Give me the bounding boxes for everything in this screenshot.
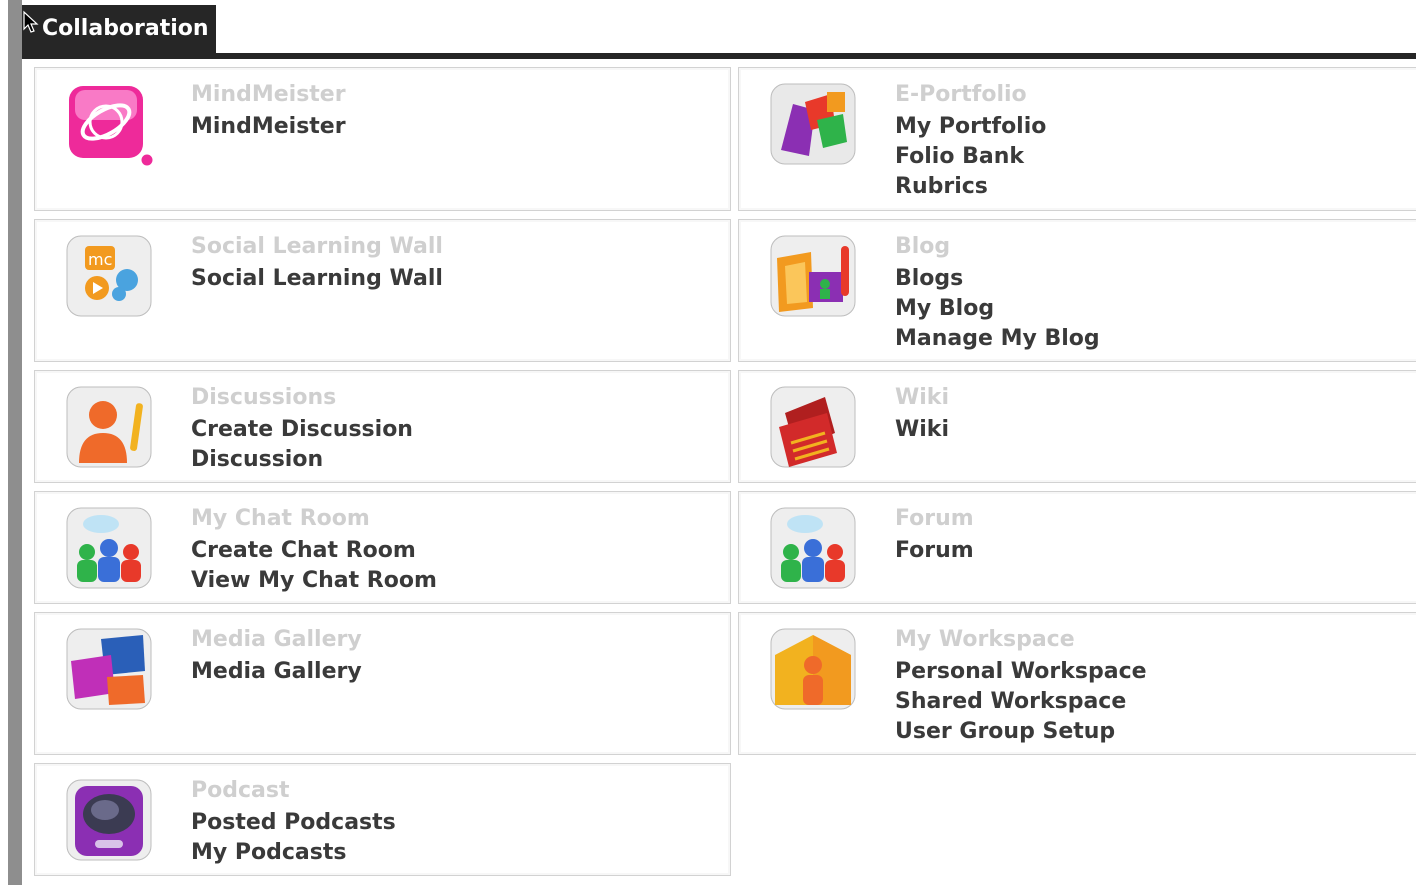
card-title: Social Learning Wall (191, 234, 443, 259)
social-wall-icon[interactable]: mc (61, 232, 157, 322)
card-my-chat-room: My Chat Room Create Chat Room View My Ch… (34, 491, 731, 604)
link-mindmeister[interactable]: MindMeister (191, 112, 346, 142)
card-wiki: Wiki Wiki (738, 370, 1416, 483)
mindmeister-icon[interactable] (61, 80, 157, 170)
card-title: My Chat Room (191, 506, 370, 531)
wiki-icon[interactable] (765, 383, 861, 473)
left-edge (0, 0, 8, 885)
card-mindmeister: MindMeister MindMeister (34, 67, 731, 211)
link-forum[interactable]: Forum (895, 536, 974, 566)
link-blogs[interactable]: Blogs (895, 264, 1100, 294)
forum-icon[interactable] (765, 504, 861, 594)
card-title: Podcast (191, 778, 290, 803)
discussion-icon[interactable] (61, 383, 157, 473)
tab-collaboration[interactable]: Collaboration (22, 5, 216, 53)
card-blog: Blog Blogs My Blog Manage My Blog (738, 219, 1416, 362)
card-title: Media Gallery (191, 627, 362, 652)
link-create-chat-room[interactable]: Create Chat Room (191, 536, 437, 566)
media-gallery-icon[interactable] (61, 625, 157, 715)
link-user-group-setup[interactable]: User Group Setup (895, 717, 1147, 747)
tab-underline (22, 53, 1416, 59)
link-shared-workspace[interactable]: Shared Workspace (895, 687, 1147, 717)
card-podcast: Podcast Posted Podcasts My Podcasts (34, 763, 731, 876)
left-scroll-strip (8, 0, 22, 885)
card-forum: Forum Forum (738, 491, 1416, 604)
blog-icon[interactable] (765, 232, 861, 322)
card-title: Blog (895, 234, 951, 259)
svg-text:mc: mc (88, 250, 112, 269)
card-title: Discussions (191, 385, 337, 410)
card-eportfolio: E-Portfolio My Portfolio Folio Bank Rubr… (738, 67, 1416, 211)
link-my-podcasts[interactable]: My Podcasts (191, 838, 396, 868)
mouse-pointer-icon (23, 10, 39, 33)
card-title: My Workspace (895, 627, 1075, 652)
link-folio-bank[interactable]: Folio Bank (895, 142, 1046, 172)
link-discussion[interactable]: Discussion (191, 445, 413, 475)
tab-label: Collaboration (42, 16, 209, 41)
link-social-learning-wall[interactable]: Social Learning Wall (191, 264, 443, 294)
link-media-gallery[interactable]: Media Gallery (191, 657, 362, 687)
link-create-discussion[interactable]: Create Discussion (191, 415, 413, 445)
card-social-learning-wall: mc Social Learning Wall Social Learning … (34, 219, 731, 362)
link-my-portfolio[interactable]: My Portfolio (895, 112, 1046, 142)
workspace-icon[interactable] (765, 625, 861, 715)
card-title: MindMeister (191, 82, 346, 107)
link-posted-podcasts[interactable]: Posted Podcasts (191, 808, 396, 838)
card-my-workspace: My Workspace Personal Workspace Shared W… (738, 612, 1416, 755)
link-my-blog[interactable]: My Blog (895, 294, 1100, 324)
podcast-icon[interactable] (61, 776, 157, 866)
link-view-my-chat-room[interactable]: View My Chat Room (191, 566, 437, 596)
link-manage-my-blog[interactable]: Manage My Blog (895, 324, 1100, 354)
eportfolio-icon[interactable] (765, 80, 861, 170)
chat-room-icon[interactable] (61, 504, 157, 594)
link-personal-workspace[interactable]: Personal Workspace (895, 657, 1147, 687)
card-title: Forum (895, 506, 974, 531)
card-title: E-Portfolio (895, 82, 1027, 107)
card-title: Wiki (895, 385, 949, 410)
link-rubrics[interactable]: Rubrics (895, 172, 1046, 202)
link-wiki[interactable]: Wiki (895, 415, 949, 445)
card-discussions: Discussions Create Discussion Discussion (34, 370, 731, 483)
card-media-gallery: Media Gallery Media Gallery (34, 612, 731, 755)
